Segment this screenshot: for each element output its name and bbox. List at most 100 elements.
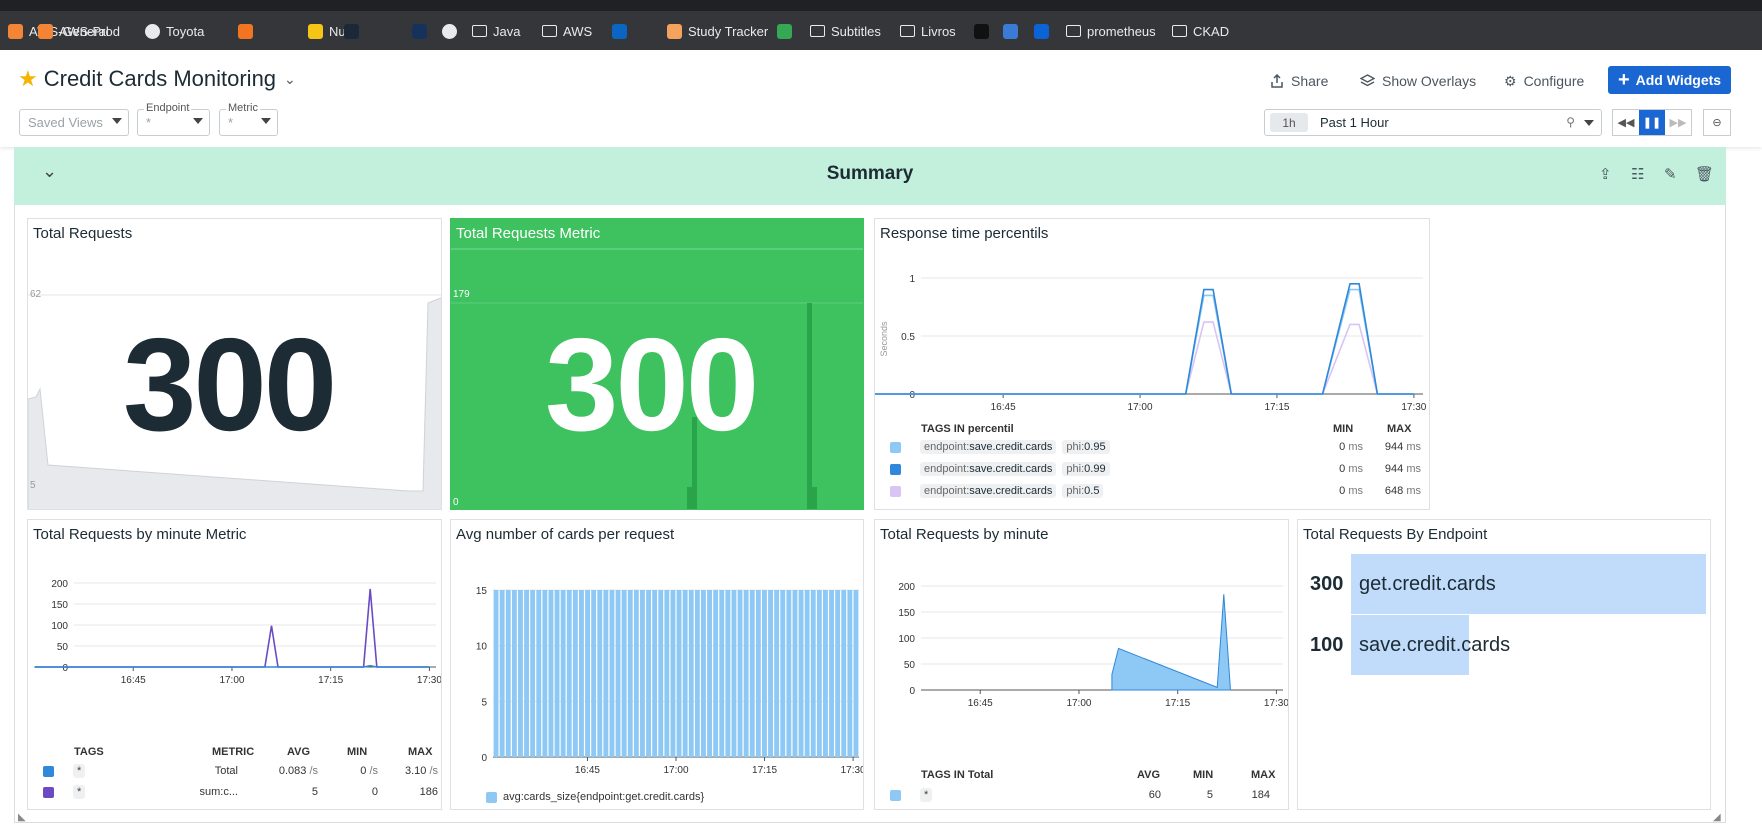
- x-tick-label: 17:30: [1401, 402, 1426, 413]
- legend-row[interactable]: *: [43, 762, 86, 780]
- folder-icon: [1066, 25, 1081, 37]
- legend-tag: phi:0.95: [1062, 440, 1110, 454]
- requests-by-minute-chart[interactable]: 200 150 100 50 0 16:45 17:00 17:15 17:30: [875, 550, 1289, 770]
- bookmark-github[interactable]: [442, 19, 463, 43]
- unit: ms: [1348, 485, 1363, 497]
- endpoint-variable-select[interactable]: Endpoint *: [137, 102, 210, 136]
- y-tick-label: 200: [898, 582, 915, 593]
- bookmark-linkedin[interactable]: [612, 19, 633, 43]
- share-label: Share: [1291, 73, 1329, 89]
- legend-col-min: MIN: [1333, 423, 1354, 435]
- edit-pencil-icon[interactable]: ✎: [1664, 165, 1677, 183]
- folder-icon: [472, 25, 487, 37]
- bookmark-study-tracker[interactable]: Study Tracker: [667, 19, 768, 43]
- configure-label: Configure: [1523, 73, 1585, 89]
- configure-button[interactable]: ⚙ Configure: [1504, 68, 1584, 94]
- bookmark-aws-prod[interactable]: AWS-Prod: [38, 19, 120, 43]
- bookmark-outlook[interactable]: [1034, 19, 1055, 43]
- rewind-button[interactable]: ◀◀: [1613, 110, 1639, 135]
- bar: [786, 590, 792, 757]
- tag-value: 0.99: [1084, 463, 1106, 475]
- bookmark-drive[interactable]: [777, 19, 798, 43]
- metric-value: Total: [214, 765, 238, 777]
- export-icon[interactable]: ⇪: [1599, 165, 1612, 183]
- bookmark-ckad[interactable]: CKAD: [1172, 19, 1229, 43]
- widget-total-requests-metric[interactable]: Total Requests Metric 179 0 300: [450, 218, 864, 510]
- widget-total-requests[interactable]: Total Requests 62 5 300: [27, 218, 442, 510]
- x-tick-label: 16:45: [991, 402, 1016, 413]
- bar: [597, 590, 603, 757]
- zoom-out-button[interactable]: ⊖: [1703, 109, 1731, 136]
- pause-button[interactable]: ❚❚: [1639, 110, 1665, 135]
- bookmark-steam[interactable]: [344, 19, 365, 43]
- show-overlays-button[interactable]: Show Overlays: [1360, 68, 1476, 94]
- bookmark-livros[interactable]: Livros: [900, 19, 956, 43]
- bookmark-windows[interactable]: [1003, 19, 1024, 43]
- bar: [798, 590, 804, 757]
- caret-down-icon[interactable]: [1584, 120, 1594, 126]
- bookmark-prometheus[interactable]: prometheus: [1066, 19, 1156, 43]
- time-range-picker[interactable]: 1h Past 1 Hour ⚲: [1264, 109, 1602, 136]
- y-tick-label: 0: [909, 390, 915, 401]
- x-tick-label: 17:00: [1066, 698, 1091, 709]
- metric-variable-select[interactable]: Metric *: [219, 102, 278, 136]
- layout-icon[interactable]: ☷: [1631, 165, 1644, 183]
- legend-row[interactable]: endpoint:save.credit.cards phi:0.99: [890, 460, 1110, 478]
- avg-cards-chart[interactable]: 15 10 5 0 16:45 17:00 17:15 17:30: [451, 550, 864, 790]
- legend-max: 186: [378, 786, 438, 798]
- resize-handle-icon[interactable]: ◢: [1713, 812, 1721, 823]
- legend-min: 0 /s: [318, 765, 378, 777]
- bookmark-subtitles[interactable]: Subtitles: [810, 19, 881, 43]
- widget-title: Total Requests By Endpoint: [1303, 526, 1488, 543]
- chevron-down-icon[interactable]: ⌄: [284, 71, 296, 88]
- legend-min: 0 ms: [1305, 463, 1363, 475]
- bookmark-dark[interactable]: [412, 19, 433, 43]
- widget-requests-by-minute[interactable]: Total Requests by minute 200 150 100 50 0 16:…: [874, 519, 1289, 810]
- resize-handle-icon[interactable]: ◣: [18, 812, 26, 823]
- fast-forward-button[interactable]: ▶▶: [1665, 110, 1691, 135]
- y-axis-label: Seconds: [879, 321, 889, 357]
- caret-down-icon: [193, 118, 203, 124]
- max-value: 944: [1384, 441, 1404, 453]
- legend-swatch: [890, 463, 901, 475]
- legend-row[interactable]: endpoint:save.credit.cards phi:0.5: [890, 482, 1104, 500]
- legend-row[interactable]: avg:cards_size{endpoint:get.credit.cards…: [486, 788, 704, 806]
- nutri-icon: [308, 23, 323, 39]
- response-time-chart[interactable]: 1 0.5 0 16:45 17:00 17:15 17:30 Seconds: [875, 249, 1430, 424]
- bookmark-label: Subtitles: [831, 23, 881, 39]
- saved-views-select[interactable]: Saved Views: [19, 109, 129, 136]
- requests-by-minute-metric-chart[interactable]: 200 150 100 50 0 16:45 17:00 17:15 17:30: [28, 550, 442, 765]
- bar: [603, 590, 609, 757]
- legend-max: 3.10 /s: [378, 765, 438, 777]
- bookmark-label: AWS-Prod: [59, 23, 120, 39]
- trash-icon[interactable]: 🗑: [1695, 165, 1714, 183]
- bar: [499, 590, 505, 757]
- bookmark-aws[interactable]: AWS: [542, 19, 592, 43]
- bookmark-java[interactable]: Java: [472, 19, 520, 43]
- add-widgets-button[interactable]: + Add Widgets: [1608, 66, 1731, 94]
- share-button[interactable]: Share: [1270, 68, 1328, 94]
- summary-group-header: ⌄ Summary ⇪ ☷ ✎ 🗑: [14, 147, 1726, 205]
- dark-icon: [412, 23, 427, 39]
- tag-key: endpoint:: [924, 485, 970, 497]
- favorite-star-icon[interactable]: ★: [18, 66, 38, 92]
- bar: [841, 590, 847, 757]
- widget-requests-by-minute-metric[interactable]: Total Requests by minute Metric 200 150 10…: [27, 519, 442, 810]
- x-tick-label: 17:30: [417, 675, 442, 686]
- bookmark-ne[interactable]: [974, 19, 995, 43]
- legend-row[interactable]: endpoint:save.credit.cards phi:0.95: [890, 438, 1110, 456]
- legend-avg: 0.083 /s: [258, 765, 318, 777]
- widget-response-time[interactable]: Response time percentils 1 0.5 0 16:45 17:00…: [874, 218, 1430, 510]
- dashboard-title[interactable]: ★ Credit Cards Monitoring ⌄: [18, 66, 296, 92]
- bookmark-toyota[interactable]: Toyota: [145, 19, 204, 43]
- legend-row[interactable]: *: [890, 786, 933, 804]
- x-tick-label: 17:15: [1165, 698, 1190, 709]
- folder-icon: [1172, 25, 1187, 37]
- folder-icon: [542, 25, 557, 37]
- bookmark-crunchyroll[interactable]: [238, 19, 259, 43]
- metric-variable-value: *: [228, 115, 234, 130]
- widget-avg-cards[interactable]: Avg number of cards per request 15 10 5 0 16…: [450, 519, 864, 810]
- legend-row[interactable]: *: [43, 783, 86, 801]
- pin-icon[interactable]: ⚲: [1566, 115, 1575, 129]
- widget-requests-by-endpoint[interactable]: Total Requests By Endpoint 300 get.credit…: [1297, 519, 1711, 810]
